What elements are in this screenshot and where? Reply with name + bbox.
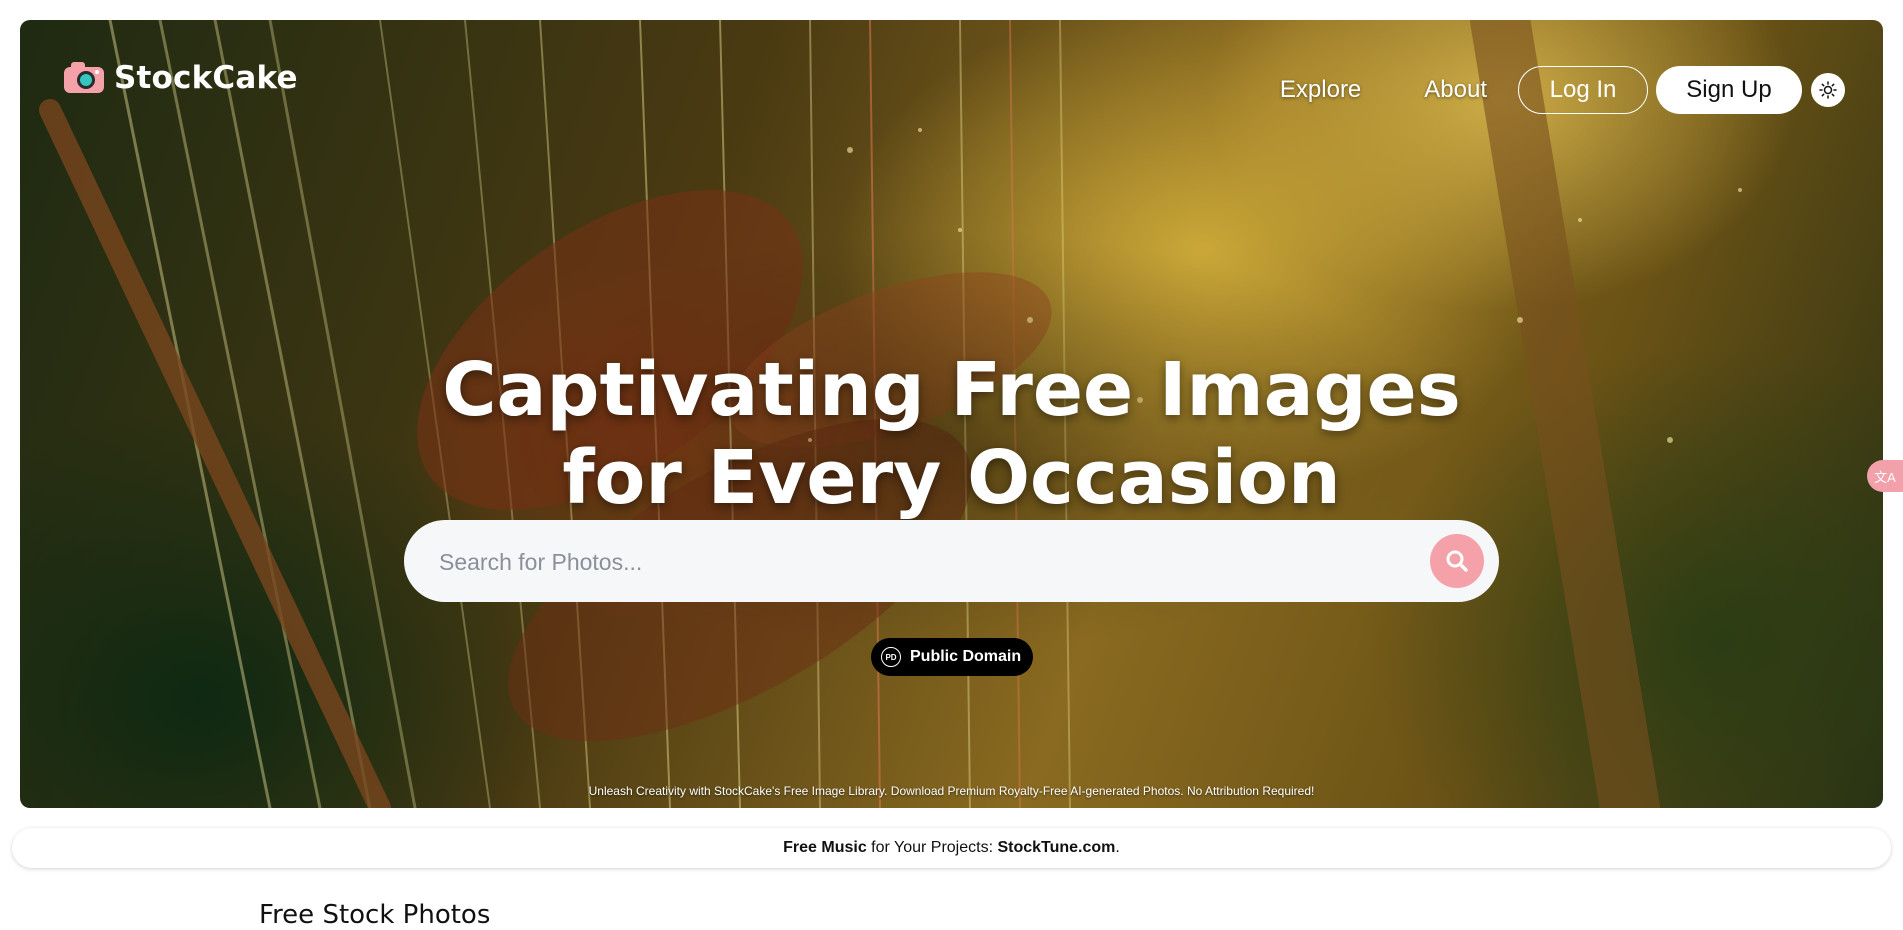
brand-logo[interactable]: StockCake: [62, 60, 298, 96]
nav-about-link[interactable]: About: [1424, 76, 1487, 104]
search-icon: [1446, 550, 1468, 572]
public-domain-icon: PD: [881, 647, 901, 667]
search-bar: [404, 520, 1499, 604]
signup-button[interactable]: Sign Up: [1656, 66, 1802, 114]
public-domain-label: Public Domain: [910, 648, 1022, 665]
top-nav: Explore About Log In Sign Up: [1280, 66, 1845, 114]
sun-icon: [1819, 81, 1837, 99]
login-button[interactable]: Log In: [1518, 66, 1648, 114]
promo-banner[interactable]: Free Music for Your Projects: StockTune.…: [12, 828, 1891, 868]
headline-line-2: for Every Occasion: [562, 435, 1341, 521]
hero-banner: StockCake Explore About Log In Sign Up C…: [20, 20, 1883, 808]
hero-headline: Captivating Free Images for Every Occasi…: [20, 346, 1883, 522]
theme-toggle-button[interactable]: [1811, 73, 1845, 107]
section-title: Free Stock Photos: [259, 900, 491, 930]
search-button[interactable]: [1430, 534, 1484, 588]
hero-tagline: Unleash Creativity with StockCake's Free…: [588, 784, 1315, 798]
nav-explore-link[interactable]: Explore: [1280, 76, 1361, 104]
search-input[interactable]: [437, 520, 1401, 604]
promo-end: .: [1115, 839, 1120, 856]
promo-link[interactable]: StockTune.com: [997, 839, 1115, 856]
promo-bold-1: Free Music: [783, 839, 867, 856]
brand-name: StockCake: [114, 60, 298, 96]
translate-icon[interactable]: 文A: [1867, 460, 1903, 492]
public-domain-badge[interactable]: PD Public Domain: [871, 638, 1034, 676]
headline-line-1: Captivating Free Images: [442, 347, 1461, 433]
promo-text: for Your Projects:: [866, 839, 998, 856]
camera-icon: [64, 62, 104, 93]
